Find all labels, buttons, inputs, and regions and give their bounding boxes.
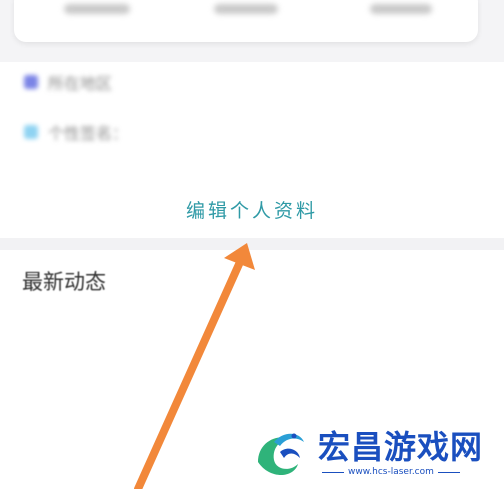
stat-likes[interactable] — [370, 4, 432, 14]
latest-activity-title: 最新动态 — [22, 270, 106, 294]
section-divider — [0, 238, 504, 250]
signature-label: 个性签名： — [48, 124, 129, 143]
info-row-signature: 个性签名： — [24, 122, 129, 143]
watermark-url-row: www.hcs-laser.com — [318, 467, 464, 477]
profile-stats-card — [14, 0, 478, 42]
edit-profile-button[interactable]: 编辑个人资料 — [0, 196, 504, 223]
watermark-title: 宏昌游戏网 — [317, 428, 484, 466]
watermark-line-left — [322, 471, 344, 473]
location-label: 所在地区 — [48, 74, 113, 93]
stat-followers[interactable] — [214, 4, 278, 14]
location-icon — [24, 75, 38, 89]
profile-screen: 所在地区 个性签名： 编辑个人资料 最新动态 宏昌游戏网 www.hcs-las… — [0, 0, 504, 489]
signature-icon — [24, 125, 38, 139]
stat-following[interactable] — [64, 4, 130, 14]
watermark: 宏昌游戏网 www.hcs-laser.com — [250, 420, 500, 486]
watermark-logo-icon — [258, 433, 304, 475]
info-row-location: 所在地区 — [24, 72, 113, 93]
watermark-url: www.hcs-laser.com — [348, 467, 434, 477]
watermark-line-right — [437, 471, 460, 473]
